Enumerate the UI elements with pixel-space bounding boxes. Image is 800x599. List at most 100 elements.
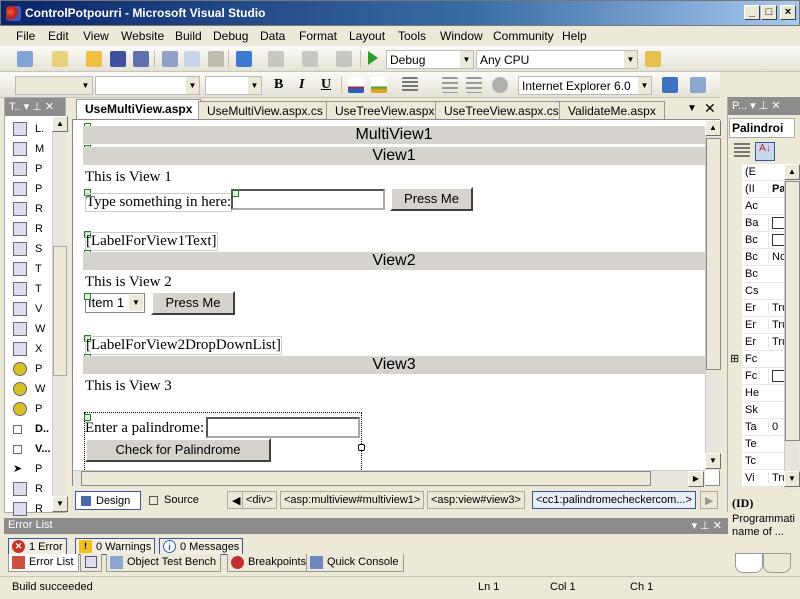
property-value[interactable]: True	[768, 302, 784, 314]
view2-dropdown[interactable]: Item 1 ▼	[85, 293, 145, 313]
view1-textbox[interactable]	[231, 189, 385, 210]
italic-button[interactable]: I	[299, 77, 304, 93]
property-row[interactable]: He	[742, 385, 784, 402]
property-value[interactable]: True	[768, 472, 784, 484]
navigate-back-icon[interactable]	[302, 51, 318, 67]
property-row[interactable]: Ac	[742, 198, 784, 215]
tab-usetreeview-aspx[interactable]: UseTreeView.aspx	[326, 101, 444, 119]
property-value[interactable]: True	[768, 319, 784, 331]
paste-icon[interactable]	[208, 51, 224, 67]
property-pages-tab-icon[interactable]	[763, 553, 791, 573]
tab-usemultiview-aspx[interactable]: UseMultiView.aspx	[76, 99, 202, 119]
menu-window[interactable]: Window	[440, 29, 483, 43]
warnings-filter-button[interactable]: ! 0 Warnings	[75, 538, 156, 555]
validation-icon[interactable]	[690, 77, 706, 93]
resize-handle[interactable]	[358, 444, 365, 451]
minimize-button[interactable]: _	[744, 5, 760, 20]
expand-icon[interactable]: ⊞	[730, 352, 739, 365]
menu-layout[interactable]: Layout	[349, 29, 385, 43]
property-row[interactable]: Er True	[742, 300, 784, 317]
alphabetical-sort-icon[interactable]: A↓	[755, 142, 775, 161]
hyperlink-icon[interactable]	[492, 77, 508, 93]
property-row[interactable]: Er True	[742, 334, 784, 351]
tab-list-dropdown-icon[interactable]: ▼	[687, 103, 697, 114]
tab-task-list[interactable]	[80, 554, 102, 572]
menu-help[interactable]: Help	[562, 29, 587, 43]
messages-filter-button[interactable]: i0 Messages	[159, 538, 244, 555]
view2-press-me-button[interactable]: Press Me	[151, 291, 235, 315]
toolbox-scrollbar[interactable]: ▲ ▼	[52, 116, 68, 512]
designer-horizontal-scrollbar[interactable]: ▶	[73, 470, 705, 487]
save-icon[interactable]	[110, 51, 126, 67]
property-row[interactable]: Tc	[742, 453, 784, 470]
property-value[interactable]	[768, 370, 784, 384]
menu-view[interactable]: View	[83, 29, 109, 43]
open-folder-icon[interactable]	[86, 51, 102, 67]
property-row[interactable]: (E	[742, 164, 784, 181]
scroll-thumb[interactable]	[81, 471, 651, 486]
foreground-color-icon[interactable]	[348, 77, 364, 93]
errors-filter-button[interactable]: ✕ 1 Error	[8, 538, 67, 555]
scroll-down-button[interactable]: ▼	[784, 471, 800, 487]
smart-tag-icon[interactable]	[232, 190, 239, 197]
bold-button[interactable]: B	[274, 77, 283, 93]
palindrome-textbox[interactable]	[206, 417, 360, 438]
underline-button[interactable]: U	[321, 77, 331, 93]
scroll-down-button[interactable]: ▼	[52, 496, 68, 512]
property-row[interactable]: Er True	[742, 317, 784, 334]
menu-data[interactable]: Data	[260, 29, 285, 43]
properties-scrollbar[interactable]: ▲ ▼	[784, 164, 800, 489]
font-size-dropdown[interactable]: ▼	[205, 76, 262, 95]
tab-error-list[interactable]: Error List	[8, 554, 79, 572]
undo-icon[interactable]	[236, 51, 252, 67]
breadcrumb-view3[interactable]: <asp:view#view3>	[427, 491, 525, 509]
font-name-dropdown[interactable]: ▼	[95, 76, 200, 95]
scroll-up-button[interactable]: ▲	[705, 120, 721, 136]
scroll-up-button[interactable]: ▲	[784, 164, 800, 180]
property-row[interactable]: Bc	[742, 232, 784, 249]
view2-header[interactable]: View2	[83, 252, 705, 270]
save-all-icon[interactable]	[133, 51, 149, 67]
view3-header[interactable]: View3	[83, 356, 705, 374]
menu-build[interactable]: Build	[175, 29, 202, 43]
add-item-icon[interactable]	[52, 51, 68, 67]
properties-tab-icon[interactable]	[735, 553, 763, 573]
navigate-forward-icon[interactable]	[336, 51, 352, 67]
menu-website[interactable]: Website	[121, 29, 164, 43]
property-value[interactable]: Pali	[768, 183, 784, 195]
property-value[interactable]	[768, 234, 784, 248]
scroll-thumb[interactable]	[785, 181, 800, 441]
tab-usetreeview-aspx-cs[interactable]: UseTreeView.aspx.cs	[435, 101, 568, 119]
tab-quick-console[interactable]: Quick Console	[306, 554, 404, 572]
property-row[interactable]: Ta 0	[742, 419, 784, 436]
smart-tag-icon[interactable]	[84, 293, 91, 300]
menu-community[interactable]: Community	[493, 29, 554, 43]
breadcrumb-div[interactable]: <div>	[242, 491, 277, 509]
check-palindrome-button[interactable]: Check for Palindrome	[85, 438, 271, 462]
close-button[interactable]: ×	[780, 5, 796, 20]
maximize-button[interactable]: □	[761, 5, 777, 20]
tab-usemultiview-aspx-cs[interactable]: UseMultiView.aspx.cs	[198, 101, 332, 119]
property-value[interactable]: True	[768, 336, 784, 348]
tab-object-test-bench[interactable]: Object Test Bench	[106, 554, 222, 572]
multiview-header[interactable]: MultiView1	[83, 126, 705, 144]
menu-file[interactable]: File	[16, 29, 35, 43]
menu-format[interactable]: Format	[299, 29, 337, 43]
close-document-icon[interactable]: ✕	[704, 100, 716, 117]
property-row[interactable]: (II Pali	[742, 181, 784, 198]
categorized-icon[interactable]	[734, 143, 750, 159]
view1-press-me-button[interactable]: Press Me	[390, 187, 473, 211]
design-view-button[interactable]: Design	[75, 491, 141, 510]
new-project-icon[interactable]	[17, 51, 33, 67]
scroll-right-button[interactable]: ▶	[688, 471, 704, 487]
property-row[interactable]: Bc	[742, 266, 784, 283]
menu-debug[interactable]: Debug	[213, 29, 248, 43]
property-value[interactable]: 0	[768, 421, 784, 433]
property-row[interactable]: Ba	[742, 215, 784, 232]
tab-breakpoints[interactable]: Breakpoints	[227, 554, 312, 572]
copy-icon[interactable]	[184, 51, 200, 67]
solution-platform-dropdown[interactable]: Any CPU ▼	[476, 50, 638, 69]
view1-header[interactable]: View1	[83, 147, 705, 165]
background-color-icon[interactable]	[371, 77, 387, 93]
menu-edit[interactable]: Edit	[48, 29, 69, 43]
